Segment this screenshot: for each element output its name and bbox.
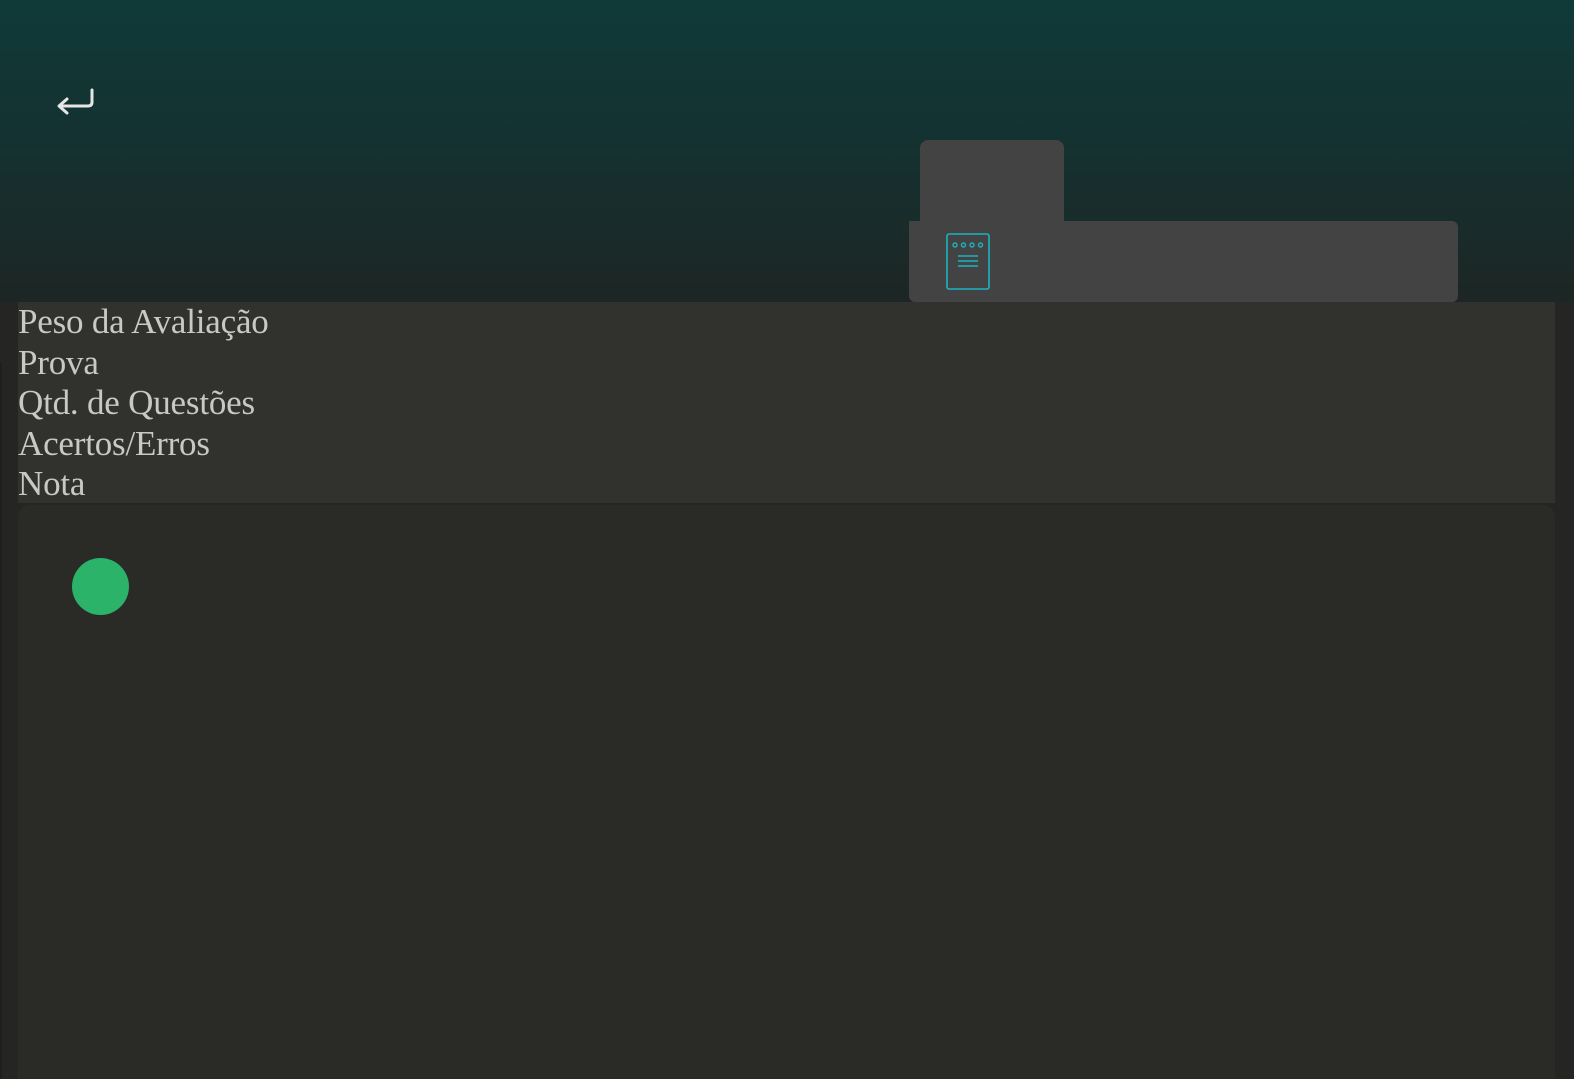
info-card bbox=[909, 221, 1458, 302]
card-tab bbox=[920, 140, 1064, 222]
label-acertos-erros: Acertos/Erros bbox=[18, 423, 210, 463]
status-dot-icon bbox=[72, 558, 129, 615]
label-prova: Prova bbox=[18, 342, 99, 382]
label-nota: Nota bbox=[18, 464, 86, 503]
document-icon bbox=[946, 233, 990, 290]
evaluation-fields: Peso da Avaliação Prova Qtd. de Questões… bbox=[18, 302, 1555, 503]
evaluation-page: Peso da Avaliação Prova Qtd. de Questões… bbox=[0, 0, 1574, 1079]
left-divider bbox=[0, 362, 2, 1079]
back-button[interactable] bbox=[50, 80, 100, 120]
content-panel bbox=[18, 505, 1555, 1079]
header-banner bbox=[0, 0, 1574, 302]
label-peso-avaliacao: Peso da Avaliação bbox=[18, 302, 269, 341]
return-arrow-icon bbox=[57, 88, 94, 115]
label-qtd-questoes: Qtd. de Questões bbox=[18, 383, 255, 422]
